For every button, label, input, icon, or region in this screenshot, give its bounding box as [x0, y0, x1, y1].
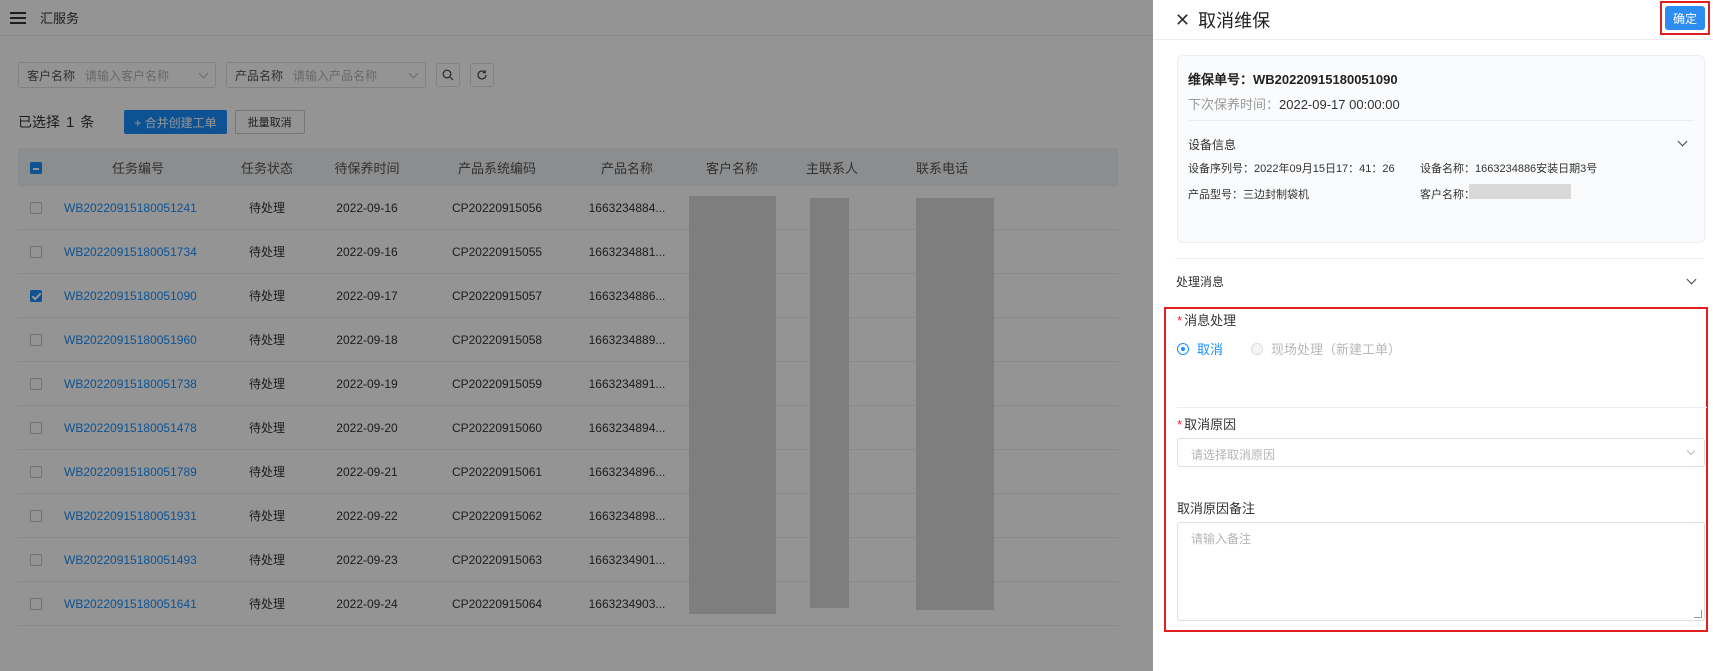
device-info-title[interactable]: 设备信息	[1188, 136, 1236, 153]
divider	[1188, 120, 1694, 121]
handling-radio-group: 取消 现场处理（新建工单）	[1177, 339, 1401, 358]
next-time-value: 2022-09-17 00:00:00	[1279, 97, 1400, 112]
radio-cancel[interactable]	[1177, 342, 1189, 355]
next-time-label: 下次保养时间：	[1188, 97, 1280, 112]
remark-placeholder: 请输入备注	[1191, 532, 1252, 546]
radio-onsite-label[interactable]: 现场处理（新建工单）	[1271, 339, 1401, 358]
next-maintenance-time: 下次保养时间：2022-09-17 00:00:00	[1188, 94, 1400, 113]
maintenance-info-card: 维保单号：WB20220915180051090 下次保养时间：2022-09-…	[1177, 55, 1705, 243]
remark-textarea[interactable]: 请输入备注	[1177, 522, 1705, 621]
process-section-title[interactable]: 处理消息	[1176, 273, 1224, 290]
handling-label: * 消息处理	[1177, 313, 1237, 328]
drawer-title: 取消维保	[1198, 10, 1271, 31]
order-number: 维保单号：WB20220915180051090	[1188, 72, 1398, 87]
chevron-down-icon[interactable]	[1677, 136, 1688, 147]
remark-label: 取消原因备注	[1177, 501, 1256, 516]
reason-select[interactable]: 请选择取消原因	[1177, 438, 1705, 467]
divider	[1175, 258, 1703, 259]
close-icon[interactable]: ✕	[1175, 11, 1190, 29]
reason-label: * 取消原因	[1177, 417, 1237, 432]
redacted-customer-name	[1469, 184, 1571, 199]
handling-label-text: 消息处理	[1184, 313, 1237, 328]
reason-placeholder: 请选择取消原因	[1191, 448, 1276, 462]
chevron-down-icon[interactable]	[1686, 274, 1697, 285]
device-name: 设备名称：1663234886安装日期3号	[1420, 163, 1598, 175]
cancel-maintenance-drawer: ✕ 取消维保 确定 维保单号：WB20220915180051090 下次保养时…	[1153, 0, 1713, 671]
drawer-header: ✕ 取消维保 确定	[1153, 0, 1713, 40]
customer-name-label: 客户名称：	[1420, 189, 1475, 201]
product-model: 产品型号：三边封制袋机	[1188, 189, 1309, 201]
confirm-button[interactable]: 确定	[1664, 6, 1705, 30]
confirm-highlight: 确定	[1659, 1, 1710, 35]
divider	[1177, 407, 1707, 408]
device-serial: 设备序列号：2022年09月15日17：41：26	[1188, 163, 1395, 175]
resize-handle-icon[interactable]	[1694, 610, 1702, 618]
chevron-down-icon	[1686, 446, 1696, 456]
radio-onsite[interactable]	[1251, 342, 1264, 355]
reason-label-text: 取消原因	[1184, 417, 1237, 432]
radio-cancel-label[interactable]: 取消	[1197, 339, 1223, 358]
